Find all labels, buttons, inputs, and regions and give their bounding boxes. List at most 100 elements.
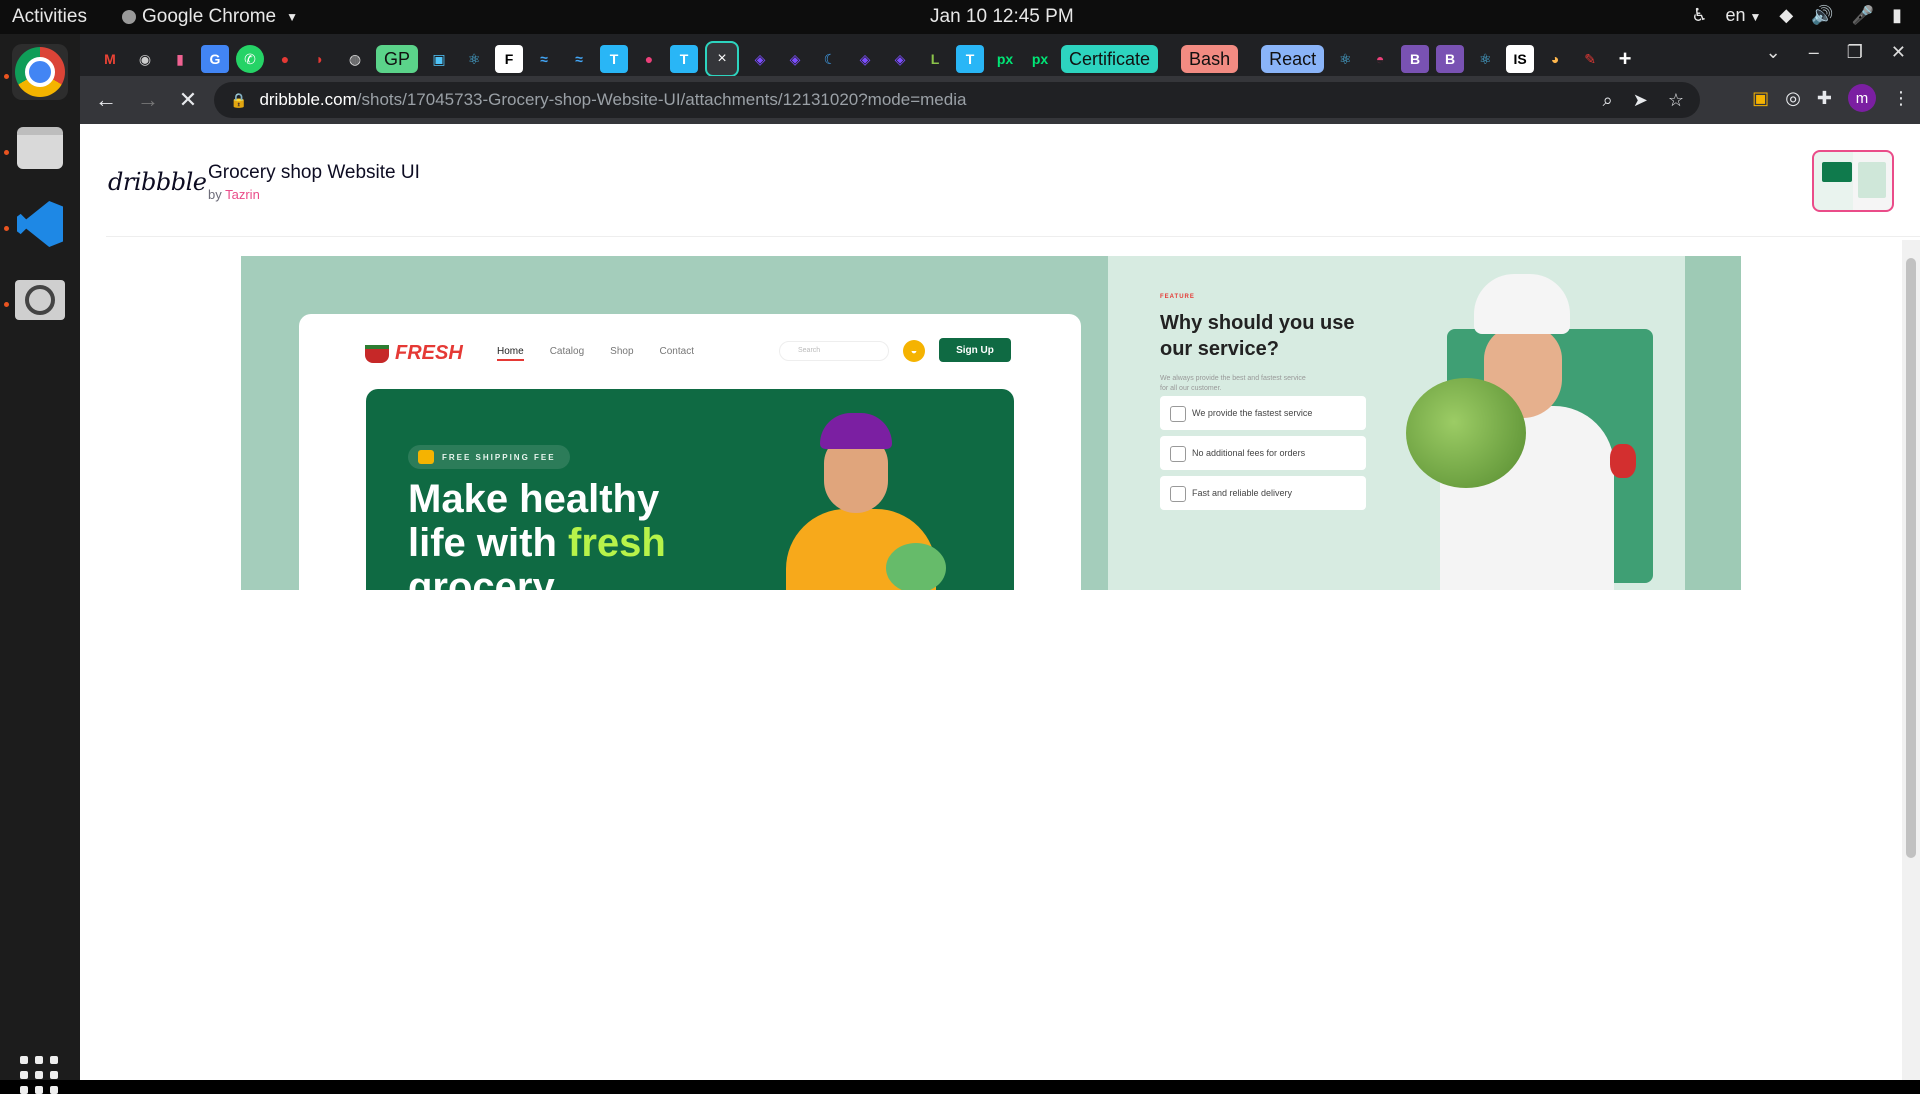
- bootstrap-tab-icon[interactable]: B: [1436, 45, 1465, 73]
- address-bar-actions: ⌕ ➤ ☆: [1603, 90, 1684, 111]
- system-top-bar: Activities Google Chrome ▼ Jan 10 12:45 …: [0, 0, 1920, 34]
- t-tab-icon[interactable]: T: [956, 45, 985, 73]
- new-tab-icon[interactable]: +: [1611, 45, 1639, 73]
- scrollbar-thumb[interactable]: [1906, 258, 1916, 858]
- lips-tab-icon[interactable]: ◗: [306, 45, 334, 73]
- shield-tab-icon[interactable]: ◈: [886, 45, 914, 73]
- lock-icon[interactable]: 🔒: [230, 92, 247, 109]
- tab-strip: M ◉ ▮ G ✆ ● ◗ ◍ GP ▣ ⚛ F ≈ ≈ T ● T × ◈ ◈…: [80, 34, 1920, 77]
- chrome-icon: [15, 47, 65, 97]
- more-menu-icon[interactable]: ⋮: [1892, 88, 1910, 109]
- dock-vscode[interactable]: [12, 196, 68, 252]
- mockup-edge: [1685, 256, 1741, 590]
- chart-tab-icon[interactable]: ▮: [166, 45, 194, 73]
- f-tab-icon[interactable]: F: [495, 45, 524, 73]
- mockup-browser-card: FRESH Home Catalog Shop Contact Search ◒…: [299, 314, 1081, 590]
- px-tab-icon[interactable]: px: [1026, 45, 1054, 73]
- target-icon[interactable]: ◎: [1785, 88, 1801, 109]
- vscode-icon: [17, 201, 63, 247]
- pin-tab-icon[interactable]: ✎: [1576, 45, 1604, 73]
- app-menu[interactable]: Google Chrome ▼: [122, 6, 298, 28]
- clock[interactable]: Jan 10 12:45 PM: [930, 6, 1074, 28]
- basket-tab-icon[interactable]: ◓: [1366, 45, 1394, 73]
- back-icon[interactable]: ←: [92, 86, 120, 114]
- mockup-nav-catalog: Catalog: [549, 346, 585, 357]
- px-tab-icon[interactable]: px: [991, 45, 1019, 73]
- is-tab-icon[interactable]: IS: [1506, 45, 1535, 73]
- feature-item: No additional fees for orders: [1160, 436, 1366, 470]
- box-tab-icon[interactable]: ▣: [425, 45, 453, 73]
- browser-toolbar: ← → ✕ 🔒 dribbble.com/shots/17045733-Groc…: [80, 76, 1920, 124]
- react-tab-icon[interactable]: ⚛: [1471, 45, 1499, 73]
- tab-group-gp[interactable]: GP: [376, 45, 419, 73]
- shield-tab-icon[interactable]: ◈: [746, 45, 774, 73]
- attachment-thumbnail[interactable]: [1812, 150, 1894, 212]
- react-tab-icon[interactable]: ⚛: [1331, 45, 1359, 73]
- activities-button[interactable]: Activities: [12, 6, 87, 28]
- mockup-feature-panel: FEATURE Why should you use our service? …: [1108, 256, 1685, 590]
- page-scrollbar[interactable]: [1902, 240, 1920, 1080]
- profile-avatar[interactable]: m: [1848, 84, 1876, 112]
- close-window-icon[interactable]: ✕: [1891, 42, 1906, 63]
- tab-group-certificate[interactable]: Certificate: [1061, 45, 1159, 73]
- running-indicator: [4, 302, 9, 307]
- red-tab-icon[interactable]: ●: [271, 45, 299, 73]
- tab-search-icon[interactable]: ⌄: [1766, 42, 1781, 63]
- mockup-signup-button: Sign Up: [939, 338, 1011, 362]
- puzzle-icon[interactable]: ✚: [1817, 88, 1832, 109]
- system-tray[interactable]: ♿ en ▼ ◆ 🔊 🎤 ▮: [1691, 5, 1902, 26]
- author-link[interactable]: Tazrin: [225, 187, 260, 202]
- wave-tab-icon[interactable]: ≈: [565, 45, 593, 73]
- photo-vegetables: [886, 543, 946, 590]
- zoom-icon[interactable]: ⌕: [1603, 90, 1613, 111]
- send-icon[interactable]: ➤: [1633, 90, 1648, 111]
- cat-tab-icon[interactable]: ◕: [1541, 45, 1569, 73]
- shield-tab-icon[interactable]: ◈: [851, 45, 879, 73]
- address-bar[interactable]: 🔒 dribbble.com/shots/17045733-Grocery-sh…: [214, 82, 1700, 118]
- headline-fresh: fresh: [568, 521, 666, 565]
- dock-image-viewer[interactable]: [12, 272, 68, 328]
- translate-tab-icon[interactable]: G: [201, 45, 229, 73]
- whatsapp-tab-icon[interactable]: ✆: [236, 45, 264, 73]
- minimize-icon[interactable]: –: [1809, 42, 1819, 63]
- forward-icon[interactable]: →: [134, 86, 162, 114]
- stop-loading-icon[interactable]: ✕: [174, 86, 202, 114]
- bookmark-star-icon[interactable]: ☆: [1668, 90, 1684, 111]
- github-tab-icon[interactable]: ◉: [131, 45, 159, 73]
- gmail-tab-icon[interactable]: M: [96, 45, 124, 73]
- language-indicator[interactable]: en ▼: [1725, 5, 1761, 26]
- page-content: dribbble Grocery shop Website UI by Tazr…: [80, 124, 1920, 1080]
- delivery-person-photo: [776, 413, 956, 590]
- microphone-icon[interactable]: 🎤: [1852, 5, 1874, 26]
- shield-tab-icon[interactable]: ◈: [781, 45, 809, 73]
- react-tab-icon[interactable]: ⚛: [460, 45, 488, 73]
- restore-icon[interactable]: ❐: [1847, 42, 1863, 63]
- t-tab-icon[interactable]: T: [600, 45, 629, 73]
- close-icon[interactable]: ×: [717, 50, 726, 68]
- accessibility-icon[interactable]: ♿: [1691, 5, 1707, 26]
- bootstrap-tab-icon[interactable]: B: [1401, 45, 1430, 73]
- tab-group-react[interactable]: React: [1261, 45, 1325, 73]
- t-tab-icon[interactable]: T: [670, 45, 699, 73]
- feature-item: Fast and reliable delivery: [1160, 476, 1366, 510]
- dock-chrome[interactable]: [12, 44, 68, 100]
- logo-tab-icon[interactable]: L: [921, 45, 949, 73]
- tab-group-bash[interactable]: Bash: [1181, 45, 1239, 73]
- active-tab[interactable]: ×: [705, 41, 740, 77]
- dribbble-logo[interactable]: dribbble: [108, 168, 207, 196]
- dock-files[interactable]: [12, 120, 68, 176]
- dribbble-tab-icon[interactable]: ●: [635, 45, 663, 73]
- show-apps-icon[interactable]: [20, 1056, 58, 1094]
- running-indicator: [4, 150, 9, 155]
- window-controls: ⌄ – ❐ ✕: [1766, 42, 1906, 63]
- battery-icon[interactable]: ▮: [1892, 5, 1902, 26]
- toolbar-extensions: ▣ ◎ ✚ m ⋮: [1752, 84, 1910, 112]
- moon-tab-icon[interactable]: ☾: [816, 45, 844, 73]
- cast-icon[interactable]: ▣: [1752, 88, 1769, 109]
- magnifier-icon: [15, 280, 65, 320]
- shot-image[interactable]: FRESH Home Catalog Shop Contact Search ◒…: [241, 256, 1741, 590]
- wave-tab-icon[interactable]: ≈: [530, 45, 558, 73]
- volume-icon[interactable]: 🔊: [1811, 5, 1833, 26]
- globe-tab-icon[interactable]: ◍: [341, 45, 369, 73]
- wifi-icon[interactable]: ◆: [1779, 5, 1793, 26]
